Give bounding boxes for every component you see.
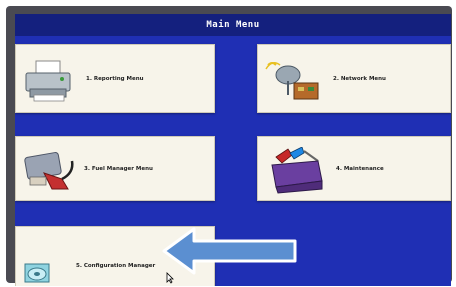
- menu-network-label: 2. Network Menu: [333, 76, 386, 82]
- menu-reporting-button[interactable]: 1. Reporting Menu: [15, 44, 215, 113]
- menu-fuel-manager-button[interactable]: 3. Fuel Manager Menu: [15, 136, 215, 201]
- menu-configuration-manager-label: 5. Configuration Manager: [76, 263, 156, 269]
- arrow-left-icon: [162, 227, 297, 275]
- menu-maintenance-label: 4. Maintenance: [336, 166, 384, 172]
- menu-fuel-manager-label: 3. Fuel Manager Menu: [84, 166, 153, 172]
- printer-icon: [25, 60, 71, 102]
- menu-maintenance-button[interactable]: 4. Maintenance: [257, 136, 451, 201]
- menu-network-button[interactable]: 2. Network Menu: [257, 44, 451, 113]
- fuel-nozzle-icon: [24, 152, 74, 190]
- menu-reporting-label: 1. Reporting Menu: [86, 76, 144, 82]
- disc-icon: [24, 263, 50, 283]
- toolbox-icon: [271, 147, 323, 194]
- satellite-dish-icon: [265, 62, 319, 100]
- page-title: Main Menu: [15, 14, 451, 36]
